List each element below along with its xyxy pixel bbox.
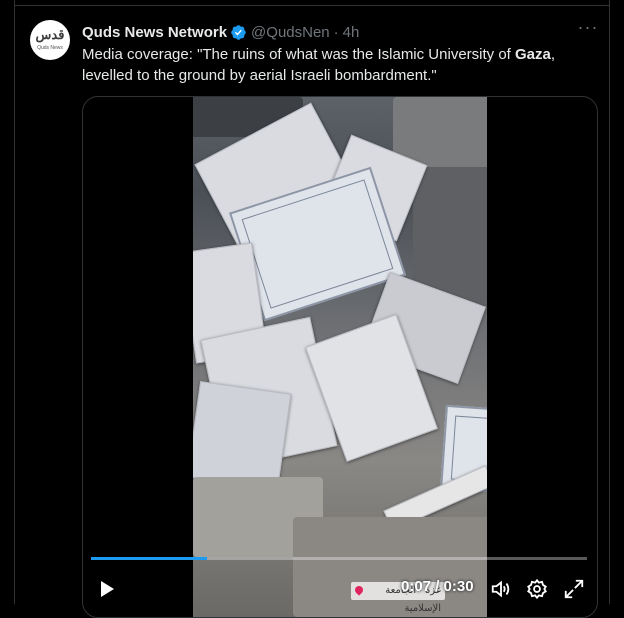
tweet-header: Quds News Network @QudsNen · 4h <box>82 22 359 42</box>
paper-shape <box>193 381 292 490</box>
video-frame[interactable] <box>193 97 487 617</box>
avatar-logo-text: قدس <box>35 28 65 43</box>
play-icon[interactable] <box>97 579 117 599</box>
author-avatar[interactable]: قدس Quds News <box>30 20 70 60</box>
author-name[interactable]: Quds News Network <box>82 24 227 41</box>
video-time-separator: / <box>431 578 444 595</box>
fullscreen-icon[interactable] <box>563 578 585 600</box>
verified-badge-icon <box>231 24 246 40</box>
video-time: 0:07 / 0:30 <box>401 578 474 595</box>
video-scrubber[interactable] <box>91 557 587 560</box>
avatar-sub-text: Quds News <box>37 45 63 51</box>
tweet-text: Media coverage: "The ruins of what was t… <box>82 44 582 86</box>
location-pin-icon <box>353 584 365 596</box>
tweet-top-divider <box>15 5 609 6</box>
tweet-text-bold: Gaza <box>515 46 551 63</box>
author-handle[interactable]: @QudsNen <box>251 24 330 41</box>
rubble-shape <box>293 517 487 617</box>
video-current-time: 0:07 <box>401 578 432 595</box>
volume-icon[interactable] <box>490 578 512 600</box>
left-column-border <box>0 0 15 604</box>
video-progress-fill <box>91 557 207 560</box>
right-column-border <box>609 0 624 604</box>
tweet-time[interactable]: 4h <box>343 24 360 41</box>
video-duration: 0:30 <box>443 578 474 595</box>
tweet-text-part: Media coverage: "The ruins of what was t… <box>82 46 516 63</box>
video-player[interactable]: غزة · الجامعة الإسلامية 0:07 / 0:30 <box>82 96 598 618</box>
settings-icon[interactable] <box>526 578 548 600</box>
header-separator: · <box>333 23 339 41</box>
more-dots-icon[interactable]: ··· <box>577 18 599 38</box>
